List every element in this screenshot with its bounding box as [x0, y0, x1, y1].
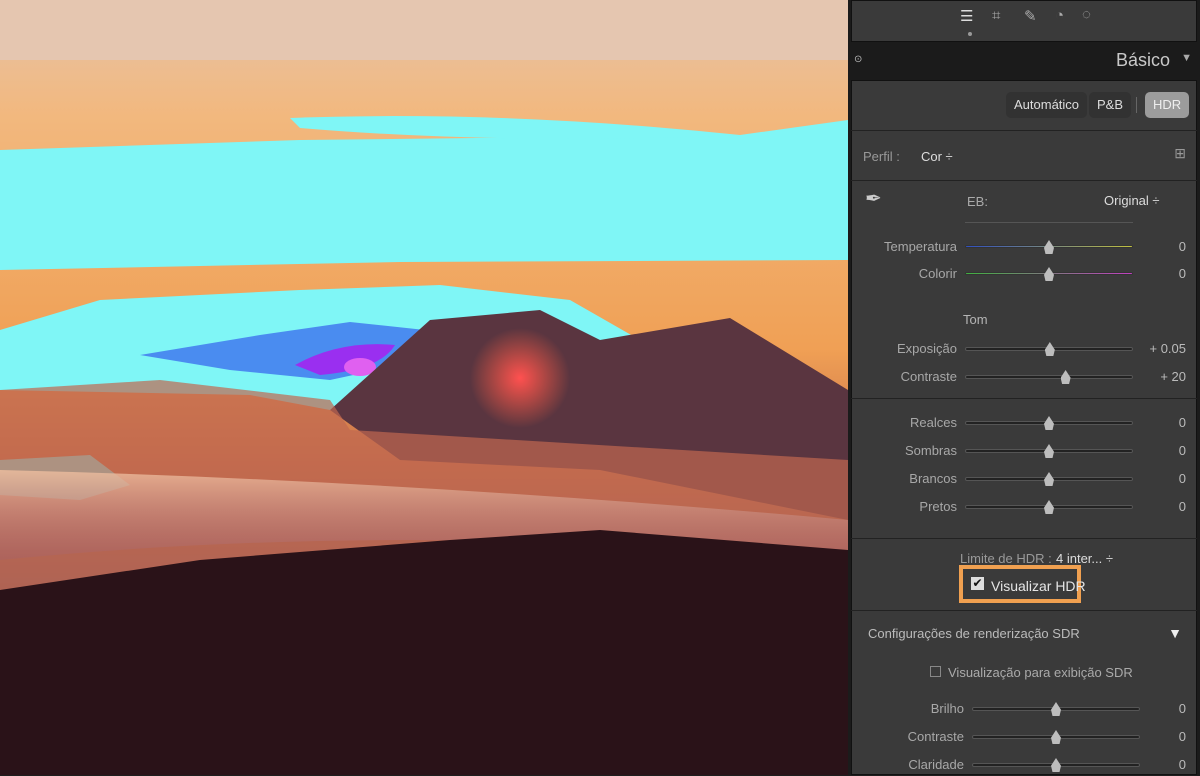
- hdr-preview-image: [0, 0, 848, 775]
- exposure-value[interactable]: + 0.05: [1149, 341, 1186, 356]
- blacks-value[interactable]: 0: [1179, 499, 1186, 514]
- exposure-slider-handle[interactable]: [1044, 342, 1055, 356]
- shadows-value[interactable]: 0: [1179, 443, 1186, 458]
- tint-value[interactable]: 0: [1179, 266, 1186, 281]
- sdr-contrast-value[interactable]: 0: [1179, 729, 1186, 744]
- hdr-limit-label: Limite de HDR :: [960, 551, 1052, 566]
- profile-browser-icon[interactable]: ⊞: [1174, 145, 1186, 162]
- whites-slider[interactable]: [965, 472, 1133, 486]
- photo-canvas[interactable]: [0, 0, 848, 775]
- hdr-limit-dropdown[interactable]: 4 inter... ÷: [1056, 551, 1113, 566]
- sdr-clarity-slider[interactable]: [972, 758, 1140, 772]
- visualize-hdr-checkbox[interactable]: ✔: [971, 577, 984, 590]
- tool-strip: ☰ ⌗ ✎ ◔ ◌: [851, 0, 1197, 42]
- contrast-slider[interactable]: [965, 370, 1133, 384]
- exposure-label: Exposição: [897, 341, 957, 356]
- exposure-slider[interactable]: [965, 342, 1133, 356]
- temp-value[interactable]: 0: [1179, 239, 1186, 254]
- visualize-hdr-label[interactable]: Visualizar HDR: [991, 578, 1086, 594]
- shadows-slider-handle[interactable]: [1044, 444, 1054, 458]
- temp-slider[interactable]: [965, 240, 1133, 254]
- sdr-brightness-slider-handle[interactable]: [1051, 702, 1061, 716]
- bw-button[interactable]: P&B: [1089, 92, 1132, 118]
- red-eye-icon[interactable]: ◔: [1055, 7, 1064, 24]
- whites-label: Brancos: [909, 471, 957, 486]
- panel-visibility-icon[interactable]: ⊙: [854, 54, 862, 65]
- auto-button[interactable]: Automático: [1006, 92, 1088, 118]
- slider-row-sdr-clarity: Claridade 0: [848, 754, 1200, 776]
- slider-row-whites: Brancos 0: [848, 468, 1200, 490]
- slider-row-tint: Colorir 0: [848, 263, 1200, 285]
- whites-value[interactable]: 0: [1179, 471, 1186, 486]
- temp-slider-handle[interactable]: [1044, 240, 1054, 254]
- contrast-label: Contraste: [900, 369, 957, 384]
- tint-slider[interactable]: [965, 267, 1133, 281]
- active-tool-dot: [968, 32, 972, 36]
- sdr-clarity-slider-handle[interactable]: [1051, 758, 1061, 772]
- wb-dropdown[interactable]: Original ÷: [1104, 193, 1160, 208]
- profile-dropdown[interactable]: Cor ÷: [921, 149, 953, 164]
- hdr-button[interactable]: HDR: [1145, 92, 1190, 118]
- highlights-slider-handle[interactable]: [1044, 416, 1054, 430]
- sdr-preview-label[interactable]: Visualização para exibição SDR: [948, 665, 1133, 680]
- shadows-slider[interactable]: [965, 444, 1133, 458]
- slider-row-blacks: Pretos 0: [848, 496, 1200, 518]
- slider-row-contrast: Contraste + 20: [848, 366, 1200, 388]
- sdr-contrast-slider[interactable]: [972, 730, 1140, 744]
- shadows-label: Sombras: [904, 443, 957, 458]
- whites-slider-handle[interactable]: [1044, 472, 1054, 486]
- sdr-preview-checkbox[interactable]: [930, 666, 941, 677]
- wb-label: EB:: [967, 194, 988, 209]
- healing-icon[interactable]: ✎: [1024, 7, 1037, 25]
- sdr-brightness-slider[interactable]: [972, 702, 1140, 716]
- highlights-label: Realces: [910, 415, 957, 430]
- slider-row-shadows: Sombras 0: [848, 440, 1200, 462]
- slider-row-exposure: Exposição + 0.05: [848, 338, 1200, 360]
- collapse-triangle-icon[interactable]: ▼: [1181, 52, 1192, 64]
- blacks-slider[interactable]: [965, 500, 1133, 514]
- temp-label: Temperatura: [884, 239, 957, 254]
- sdr-clarity-label: Claridade: [908, 757, 964, 772]
- eyedropper-icon[interactable]: ✒: [865, 186, 882, 211]
- slider-row-highlights: Realces 0: [848, 412, 1200, 434]
- tint-slider-handle[interactable]: [1044, 267, 1054, 281]
- contrast-slider-handle[interactable]: [1060, 370, 1071, 384]
- sdr-contrast-slider-handle[interactable]: [1051, 730, 1061, 744]
- blacks-label: Pretos: [919, 499, 957, 514]
- develop-panel: ☰ ⌗ ✎ ◔ ◌ ⊙ Básico ▼ Automático P&B HDR …: [848, 0, 1200, 775]
- profile-label: Perfil :: [863, 149, 900, 164]
- blacks-slider-handle[interactable]: [1044, 500, 1054, 514]
- sdr-expand-triangle-icon[interactable]: ▼: [1168, 625, 1182, 641]
- tone-heading: Tom: [963, 312, 988, 327]
- panel-title[interactable]: Básico: [1116, 50, 1170, 71]
- highlights-value[interactable]: 0: [1179, 415, 1186, 430]
- slider-row-temp: Temperatura 0: [848, 236, 1200, 258]
- contrast-value[interactable]: + 20: [1160, 369, 1186, 384]
- slider-row-sdr-contrast: Contraste 0: [848, 726, 1200, 748]
- tint-label: Colorir: [918, 266, 957, 281]
- divider: [1136, 97, 1137, 113]
- sliders-icon[interactable]: ☰: [960, 7, 973, 25]
- mask-icon[interactable]: ◌: [1082, 6, 1091, 23]
- sdr-section-title[interactable]: Configurações de renderização SDR: [868, 626, 1080, 641]
- sdr-clarity-value[interactable]: 0: [1179, 757, 1186, 772]
- sdr-brightness-label: Brilho: [930, 701, 964, 716]
- sdr-brightness-value[interactable]: 0: [1179, 701, 1186, 716]
- slider-row-sdr-brightness: Brilho 0: [848, 698, 1200, 720]
- highlights-slider[interactable]: [965, 416, 1133, 430]
- sdr-contrast-label: Contraste: [907, 729, 964, 744]
- crop-icon[interactable]: ⌗: [992, 7, 1000, 24]
